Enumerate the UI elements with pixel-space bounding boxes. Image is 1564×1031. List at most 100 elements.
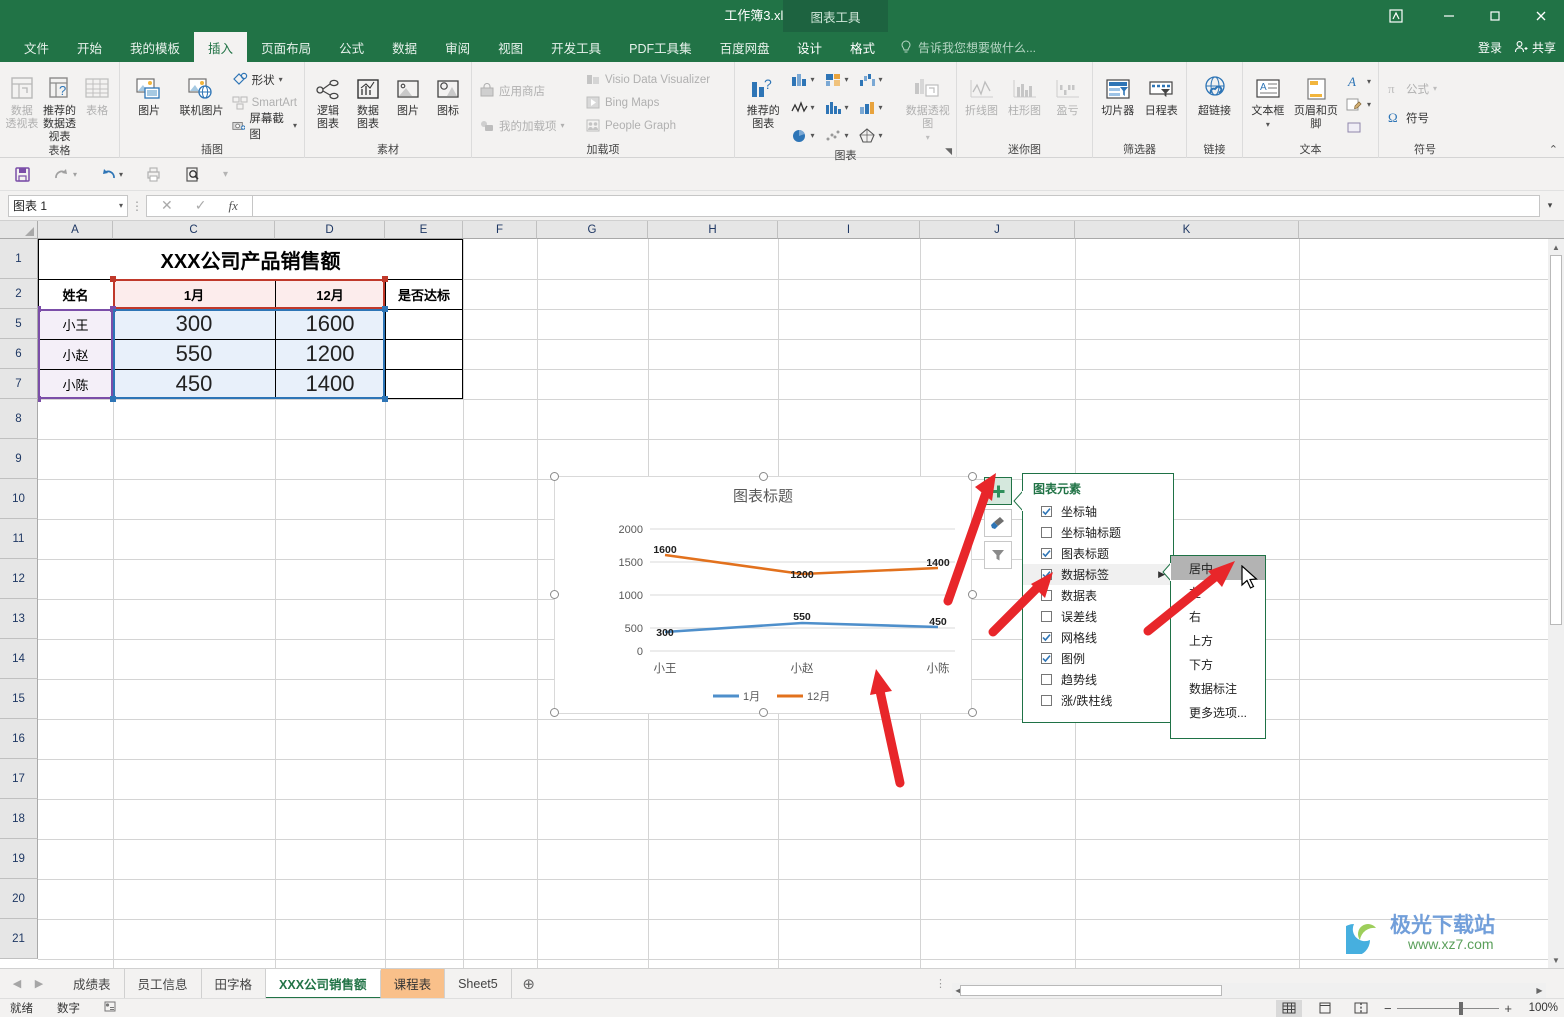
chevron-down-icon[interactable]: ▾ (1266, 118, 1270, 131)
checkbox-chart-title[interactable] (1041, 548, 1052, 559)
pie-chart-button[interactable]: ▾ (790, 127, 824, 144)
material-icon-button[interactable]: 图标 (429, 65, 467, 135)
chart-resize-handle-t[interactable] (759, 472, 768, 481)
tab-insert[interactable]: 插入 (194, 32, 248, 62)
row-header-10[interactable]: 10 (0, 479, 38, 519)
checkbox-axes[interactable] (1041, 506, 1052, 517)
row-header-6[interactable]: 6 (0, 339, 38, 369)
col-header-J[interactable]: J (920, 221, 1075, 239)
charts-dialog-launcher[interactable]: ◥ (945, 146, 952, 157)
cell-title[interactable]: XXX公司产品销售额 (38, 239, 463, 279)
row-header-20[interactable]: 20 (0, 879, 38, 919)
waterfall-chart-button[interactable]: ▾ (858, 71, 892, 88)
sheet-tab-yuangongxinxi[interactable]: 员工信息 (125, 968, 202, 999)
my-addins-button[interactable]: 我的加载项 ▾ (476, 114, 580, 137)
col-header-overflow[interactable] (1299, 221, 1564, 239)
data-chart-button[interactable]: 数据 图表 (349, 65, 387, 135)
chevron-down-icon[interactable]: ▾ (73, 170, 77, 179)
page-break-view-icon[interactable] (1348, 1000, 1374, 1017)
people-graph-button[interactable]: People Graph (582, 114, 713, 137)
minimize-icon[interactable] (1426, 0, 1472, 32)
name-box[interactable]: 图表 1 ▾ (8, 194, 128, 217)
expand-formula-bar-icon[interactable]: ▾ (1540, 195, 1560, 217)
chevron-down-icon[interactable]: ▾ (293, 121, 297, 130)
redo-button[interactable]: ▾ (53, 166, 77, 182)
chevron-down-icon[interactable]: ▾ (279, 75, 283, 84)
data-label-callout[interactable]: 数据标注 (1171, 676, 1265, 700)
vertical-scrollbar[interactable]: ▲ ▼ (1548, 239, 1564, 968)
chart-element-updown-bars[interactable]: 涨/跌柱线 (1023, 690, 1173, 711)
data-label-below[interactable]: 下方 (1171, 652, 1265, 676)
sheet-tab-xxx-sales[interactable]: XXX公司销售额 (266, 968, 381, 999)
chevron-down-icon[interactable]: ▾ (845, 131, 849, 140)
row-header-19[interactable]: 19 (0, 839, 38, 879)
col-header-G[interactable]: G (537, 221, 648, 239)
data-label-more-options[interactable]: 更多选项... (1171, 700, 1265, 724)
chevron-down-icon[interactable]: ▾ (845, 103, 849, 112)
tab-developer[interactable]: 开发工具 (537, 32, 615, 62)
tab-data[interactable]: 数据 (378, 32, 431, 62)
row-header-11[interactable]: 11 (0, 519, 38, 559)
row-header-15[interactable]: 15 (0, 679, 38, 719)
chevron-down-icon[interactable]: ▾ (561, 121, 565, 130)
chart-element-gridlines[interactable]: 网格线 (1023, 627, 1173, 648)
cell-header-achieved[interactable]: 是否达标 (385, 279, 463, 309)
undo-button[interactable]: ▾ (99, 166, 123, 182)
equation-button[interactable]: π 公式 ▾ (1383, 77, 1467, 100)
share-button[interactable]: 共享 (1514, 39, 1556, 56)
textbox-button[interactable]: A 文本框 ▾ (1247, 65, 1289, 135)
zoom-out-button[interactable]: − (1384, 1001, 1392, 1016)
chart-element-axes[interactable]: 坐标轴 (1023, 501, 1173, 522)
checkbox-updown-bars[interactable] (1041, 695, 1052, 706)
chevron-down-icon[interactable]: ▾ (811, 131, 815, 140)
formula-bar-splitter[interactable]: ⋮ (128, 199, 146, 213)
row-header-14[interactable]: 14 (0, 639, 38, 679)
tab-formulas[interactable]: 公式 (325, 32, 378, 62)
restore-icon[interactable] (1472, 0, 1518, 32)
chevron-down-icon[interactable]: ▾ (811, 75, 815, 84)
checkbox-gridlines[interactable] (1041, 632, 1052, 643)
chart-resize-handle-b[interactable] (759, 708, 768, 717)
insert-function-icon[interactable]: fx (228, 198, 237, 214)
tab-page-layout[interactable]: 页面布局 (247, 32, 325, 62)
col-header-K[interactable]: K (1075, 221, 1299, 239)
sheet-tab-sheet5[interactable]: Sheet5 (445, 968, 512, 999)
tab-file[interactable]: 文件 (10, 32, 63, 62)
logic-chart-button[interactable]: 逻辑 图表 (309, 65, 347, 135)
sheet-tab-chengjibiao[interactable]: 成绩表 (60, 968, 125, 999)
col-header-A[interactable]: A (38, 221, 113, 239)
chart-element-chart-title[interactable]: 图表标题 (1023, 543, 1173, 564)
col-header-H[interactable]: H (648, 221, 778, 239)
tab-pdf-tools[interactable]: PDF工具集 (615, 32, 706, 62)
sheet-tab-kechengbiao[interactable]: 课程表 (380, 968, 446, 999)
chart-element-legend[interactable]: 图例 (1023, 648, 1173, 669)
chevron-down-icon[interactable]: ▾ (879, 131, 883, 140)
chart-element-data-labels[interactable]: 数据标签 ▶ (1023, 564, 1173, 585)
zoom-in-button[interactable]: + (1504, 1001, 1512, 1016)
scroll-down-icon[interactable]: ▼ (1548, 952, 1564, 968)
collapse-ribbon-icon[interactable]: ⌃ (1549, 143, 1558, 156)
chevron-down-icon[interactable]: ▾ (879, 75, 883, 84)
chevron-down-icon[interactable]: ▾ (119, 201, 123, 210)
zoom-slider[interactable]: − + (1384, 1001, 1512, 1016)
pivot-table-button[interactable]: 数据 透视表 (4, 65, 40, 135)
chevron-down-icon[interactable]: ▾ (926, 131, 930, 144)
signature-line-button[interactable]: ▾ (1343, 93, 1374, 116)
chart-resize-handle-tr[interactable] (968, 472, 977, 481)
picture-button[interactable]: 图片 (124, 65, 174, 135)
horizontal-scroll-thumb[interactable] (960, 985, 1222, 996)
row-header-21[interactable]: 21 (0, 919, 38, 959)
tell-me-box[interactable]: 告诉我您想要做什么... (900, 32, 1036, 62)
chart-resize-handle-br[interactable] (968, 708, 977, 717)
tab-home[interactable]: 开始 (63, 32, 116, 62)
sparkline-winloss-button[interactable]: 盈亏 (1047, 65, 1088, 135)
tab-view[interactable]: 视图 (484, 32, 537, 62)
checkbox-legend[interactable] (1041, 653, 1052, 664)
vertical-scroll-thumb[interactable] (1550, 255, 1562, 625)
enter-icon[interactable]: ✓ (195, 197, 207, 214)
recommended-pivot-button[interactable]: ? 推荐的 数据透视表 (42, 65, 78, 144)
print-preview-button[interactable] (184, 166, 201, 183)
online-picture-button[interactable]: 联机图片 (176, 65, 226, 135)
slicer-button[interactable]: 切片器 (1097, 65, 1139, 135)
tab-review[interactable]: 审阅 (431, 32, 484, 62)
